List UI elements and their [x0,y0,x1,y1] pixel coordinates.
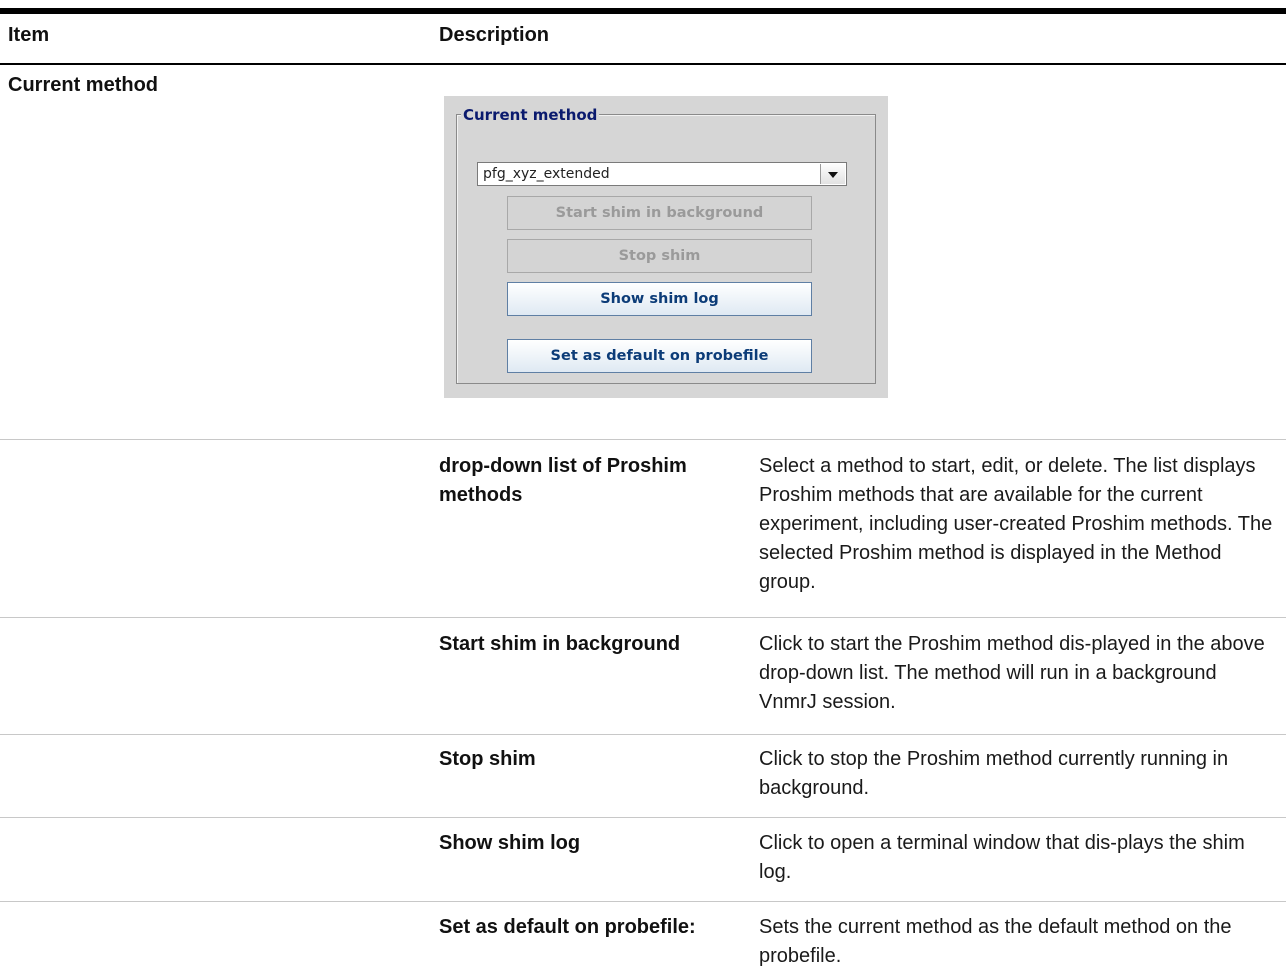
row-term: Set as default on probefile: [439,916,696,938]
row-description: Click to open a terminal window that dis… [759,832,1245,883]
row-term: Stop shim [439,748,536,770]
method-dropdown[interactable]: pfg_xyz_extended [477,162,847,186]
row-description: Select a method to start, edit, or delet… [759,455,1273,593]
top-rule [0,8,1286,14]
row-description: Click to start the Proshim method dis-pl… [759,633,1265,713]
section-label-current-method: Current method [8,74,158,96]
chevron-down-icon[interactable] [820,164,845,184]
groupbox-title: Current method [461,106,600,124]
row-term: Start shim in background [439,633,681,655]
row-divider [0,734,1286,735]
set-default-probefile-button[interactable]: Set as default on probefile [507,339,812,373]
row-description: Sets the current method as the default m… [759,916,1232,967]
row-term: drop-down list of Proshim methods [439,455,687,506]
header-item: Item [8,24,50,46]
header-rule [0,63,1286,65]
header-description: Description [439,24,550,46]
start-shim-button[interactable]: Start shim in background [507,196,812,230]
method-dropdown-value: pfg_xyz_extended [483,166,610,182]
row-divider [0,901,1286,902]
row-divider [0,439,1286,440]
row-term: Show shim log [439,832,581,854]
stop-shim-button[interactable]: Stop shim [507,239,812,273]
row-divider [0,617,1286,618]
row-description: Click to stop the Proshim method current… [759,748,1229,799]
row-divider [0,817,1286,818]
show-shim-log-button[interactable]: Show shim log [507,282,812,316]
